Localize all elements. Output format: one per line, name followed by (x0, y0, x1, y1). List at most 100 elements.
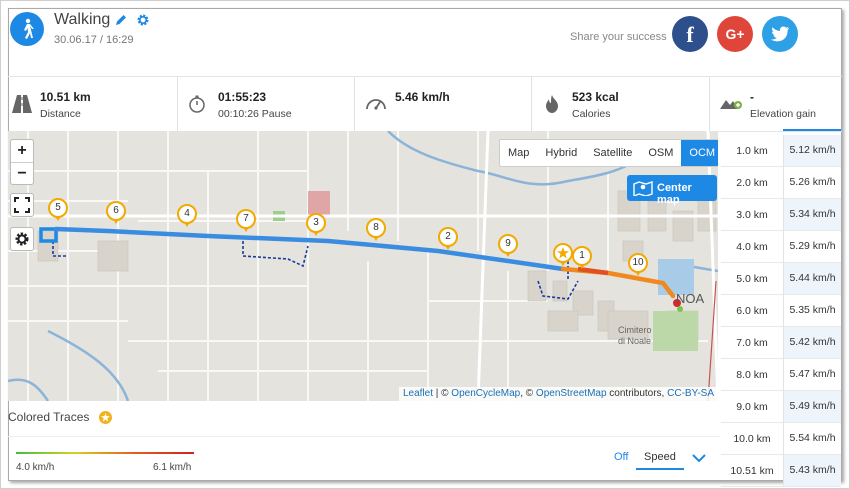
fullscreen-button[interactable] (10, 193, 34, 217)
split-speed: 5.26 km/h (783, 167, 841, 198)
license-link[interactable]: CC-BY-SA (667, 388, 714, 399)
stat-duration: 01:55:23 00:10:26 Pause (178, 77, 355, 131)
gradient-max-label: 6.1 km/h (153, 462, 192, 473)
town-label: NOA (676, 291, 705, 306)
gear-icon[interactable] (136, 13, 150, 32)
activity-header: Walking 30.06.17 / 16:29 Share your succ… (8, 8, 842, 76)
stats-bar: 10.51 km Distance 01:55:23 00:10:26 Paus… (8, 76, 842, 132)
gradient-min-label: 4.0 km/h (16, 462, 55, 473)
split-distance: 7.0 km (736, 337, 768, 349)
layer-switcher: Map Hybrid Satellite OSM OCM (499, 139, 718, 167)
pencil-icon[interactable] (114, 13, 128, 32)
route-marker-1[interactable]: 1 (572, 246, 592, 269)
walking-icon (10, 12, 44, 46)
split-speed: 5.35 km/h (783, 295, 841, 326)
start-point-icon (677, 306, 683, 312)
route-marker-4[interactable]: 4 (177, 204, 197, 227)
zoom-control: + − (10, 139, 34, 185)
stat-distance: 10.51 km Distance (8, 77, 178, 131)
route-marker-star-icon[interactable] (553, 243, 573, 266)
split-row: 6.0 km 5.35 km/h (721, 295, 841, 327)
google-plus-share-button[interactable]: G+ (717, 16, 753, 52)
split-speed: 5.54 km/h (783, 423, 841, 454)
split-speed: 5.47 km/h (783, 359, 841, 390)
distance-label: Distance (40, 108, 81, 120)
split-speed: 5.43 km/h (783, 455, 841, 486)
layer-osm[interactable]: OSM (640, 140, 681, 166)
split-row: 7.0 km 5.42 km/h (721, 327, 841, 359)
elevation-label: Elevation gain (750, 108, 816, 120)
route-marker-6[interactable]: 6 (106, 201, 126, 224)
elevation-value: - (750, 90, 754, 104)
route-marker-10[interactable]: 10 (628, 253, 648, 276)
calories-value: 523 kcal (572, 90, 619, 104)
colored-traces-panel: Colored Traces 4.0 km/h 6.1 km/h Off Spe… (8, 401, 720, 481)
twitter-share-button[interactable] (762, 16, 798, 52)
activity-datetime: 30.06.17 / 16:29 (54, 34, 134, 46)
route-marker-7[interactable]: 7 (236, 209, 256, 232)
cemetery-label-line2: di Noale (618, 336, 651, 346)
speed-column-indicator (783, 129, 841, 131)
distance-value: 10.51 km (40, 90, 91, 104)
route-marker-5[interactable]: 5 (48, 198, 68, 221)
split-distance: 10.0 km (733, 433, 771, 445)
layer-ocm[interactable]: OCM (681, 140, 718, 166)
split-row: 9.0 km 5.49 km/h (721, 391, 841, 423)
speed-gradient-bar (16, 452, 194, 454)
route-marker-3[interactable]: 3 (306, 213, 326, 236)
split-row: 10.0 km 5.54 km/h (721, 423, 841, 455)
chevron-down-icon[interactable] (692, 450, 706, 468)
trace-metric-select[interactable]: Speed (636, 444, 684, 470)
split-row: 2.0 km 5.26 km/h (721, 167, 841, 199)
elevation-icon (720, 95, 742, 116)
premium-star-icon (99, 411, 112, 424)
cemetery-label-line1: Cimitero (618, 325, 652, 335)
layer-satellite[interactable]: Satellite (585, 140, 640, 166)
split-distance: 1.0 km (736, 145, 768, 157)
route-marker-2[interactable]: 2 (438, 227, 458, 250)
stopwatch-icon (188, 95, 206, 118)
leaflet-link[interactable]: Leaflet (403, 388, 433, 399)
split-row: 8.0 km 5.47 km/h (721, 359, 841, 391)
openstreetmap-link[interactable]: OpenStreetMap (536, 388, 607, 399)
twitter-bird-icon (771, 26, 789, 42)
layer-map[interactable]: Map (500, 140, 537, 166)
split-distance: 4.0 km (736, 241, 768, 253)
speed-value: 5.46 km/h (395, 90, 450, 104)
split-row: 1.0 km 5.12 km/h (721, 135, 841, 167)
center-map-label: Center map (657, 182, 692, 206)
split-speed: 5.29 km/h (783, 231, 841, 262)
split-distance: 5.0 km (736, 273, 768, 285)
center-map-button[interactable]: Center map (627, 175, 717, 206)
split-distance: 8.0 km (736, 369, 768, 381)
zoom-out-button[interactable]: − (11, 162, 33, 184)
flame-icon (544, 95, 560, 118)
split-distance: 9.0 km (736, 401, 768, 413)
split-row: 10.51 km 5.43 km/h (721, 455, 841, 487)
map-pin-icon (633, 181, 653, 196)
split-speed: 5.44 km/h (783, 263, 841, 294)
split-speed: 5.12 km/h (783, 135, 841, 166)
route-marker-9[interactable]: 9 (498, 234, 518, 257)
speedometer-icon (365, 95, 387, 116)
split-speed: 5.42 km/h (783, 327, 841, 358)
map-settings-button[interactable] (10, 227, 34, 251)
traces-off-option[interactable]: Off (614, 451, 628, 463)
split-speed: 5.34 km/h (783, 199, 841, 230)
calories-label: Calories (572, 108, 611, 120)
route-marker-8[interactable]: 8 (366, 218, 386, 241)
facebook-share-button[interactable]: f (672, 16, 708, 52)
stat-calories: 523 kcal Calories (532, 77, 710, 131)
gear-icon (15, 232, 29, 246)
layer-hybrid[interactable]: Hybrid (537, 140, 585, 166)
route-map[interactable]: Cimitero di Noale NOA 5 6 4 7 3 8 2 9 1 … (8, 131, 718, 401)
divider (8, 436, 720, 437)
road-icon (12, 95, 32, 118)
map-tiles: Cimitero di Noale NOA (8, 131, 718, 401)
zoom-in-button[interactable]: + (11, 140, 33, 162)
split-row: 4.0 km 5.29 km/h (721, 231, 841, 263)
fullscreen-icon (14, 197, 30, 213)
split-row: 3.0 km 5.34 km/h (721, 199, 841, 231)
split-distance: 3.0 km (736, 209, 768, 221)
opencyclemap-link[interactable]: OpenCycleMap (451, 388, 520, 399)
